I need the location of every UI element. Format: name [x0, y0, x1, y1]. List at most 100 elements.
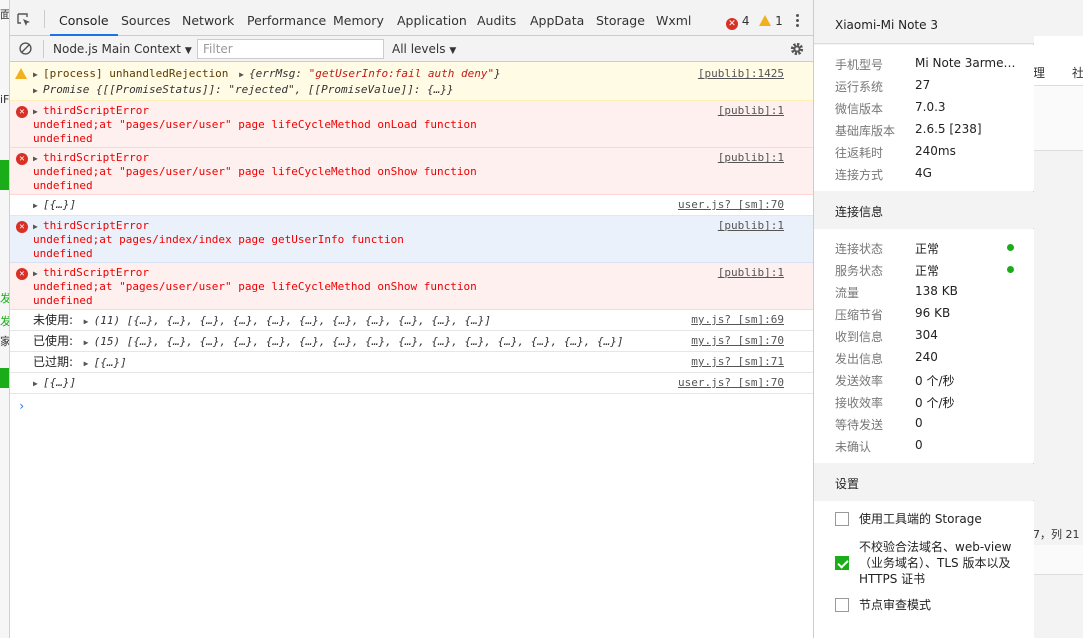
- separator: [43, 40, 44, 58]
- source-link[interactable]: user.js? [sm]:70: [678, 198, 784, 212]
- expand-arrow-icon[interactable]: ▶: [33, 105, 43, 119]
- warning-errmsg: "getUserInfo:fail auth deny": [308, 67, 495, 80]
- error-count: 4: [741, 14, 750, 28]
- section-title: 设置: [835, 477, 860, 491]
- more-options-icon[interactable]: [792, 12, 802, 28]
- info-value: 4G: [915, 166, 932, 180]
- expand-arrow-icon[interactable]: ▶: [84, 357, 94, 371]
- bg-text: 发: [0, 292, 10, 305]
- console-error-row[interactable]: ✕ ▶ thirdScriptError undefined;at "pages/…: [10, 148, 813, 195]
- error-icon: ✕: [16, 153, 28, 165]
- warning-prefix: [process] unhandledRejection: [43, 67, 229, 80]
- console-output: ▶ [process] unhandledRejection ▶ {errMsg: …: [10, 62, 813, 638]
- console-log-row[interactable]: 未使用: ▶ (11) [{…}, {…}, {…}, {…}, {…}, {…}…: [10, 310, 813, 331]
- bg-panel: [1034, 545, 1083, 575]
- console-error-row[interactable]: ✕ ▶ thirdScriptError undefined;at pages/i…: [10, 216, 813, 263]
- tab-memory[interactable]: Memory: [333, 0, 384, 36]
- console-log-row[interactable]: 已过期: ▶ [{…}] my.js? [sm]:71: [10, 352, 813, 373]
- expand-arrow-icon[interactable]: ▶: [33, 199, 43, 213]
- gear-icon[interactable]: [789, 41, 805, 57]
- expand-arrow-icon[interactable]: ▶: [33, 152, 43, 166]
- source-link[interactable]: [publib]:1: [718, 151, 784, 165]
- info-key: 连接方式: [835, 168, 884, 182]
- skip-domain-check-label: 不校验合法域名、web-view（业务域名）、TLS 版本以及 HTTPS 证书: [859, 540, 1012, 586]
- bg-text: 发: [0, 315, 10, 328]
- source-link[interactable]: my.js? [sm]:70: [691, 334, 784, 348]
- bg-status-text: 7，列 21: [1033, 528, 1080, 541]
- source-link[interactable]: my.js? [sm]:69: [691, 313, 784, 327]
- device-info-panel: Xiaomi-Mi Note 3 手机型号 Mi Note 3armea... …: [813, 0, 1034, 638]
- tab-wxml[interactable]: Wxml: [656, 0, 691, 36]
- bg-green-block: [0, 160, 9, 190]
- storage-checkbox-label: 使用工具端的 Storage: [859, 512, 982, 526]
- console-prompt[interactable]: ›: [18, 399, 25, 413]
- tab-audits[interactable]: Audits: [477, 0, 516, 36]
- conn-header: 连接信息: [814, 192, 1034, 228]
- log-label: 未使用:: [33, 313, 74, 327]
- source-link[interactable]: [publib]:1: [718, 104, 784, 118]
- expand-arrow-icon[interactable]: ▶: [33, 68, 43, 82]
- context-select[interactable]: Node.js Main Context ▼: [53, 40, 192, 58]
- error-tail: undefined: [33, 247, 93, 260]
- filter-input[interactable]: [197, 39, 384, 59]
- tab-application[interactable]: Application: [397, 0, 467, 36]
- log-label: 已过期:: [33, 355, 74, 369]
- log-levels-select[interactable]: All levels ▼: [392, 40, 456, 58]
- console-warning-row[interactable]: ▶ [process] unhandledRejection ▶ {errMsg: …: [10, 62, 813, 101]
- bg-text: 社: [1072, 66, 1083, 80]
- console-error-row[interactable]: ✕ ▶ thirdScriptError undefined;at "pages/…: [10, 101, 813, 148]
- tab-console[interactable]: Console: [50, 0, 118, 36]
- levels-label: All levels: [392, 42, 446, 56]
- tab-performance[interactable]: Performance: [247, 0, 326, 36]
- info-value: 96 KB: [915, 306, 951, 320]
- console-log-row[interactable]: ▶ [{…}] user.js? [sm]:70: [10, 373, 813, 394]
- info-value: 7.0.3: [915, 100, 946, 114]
- tab-bar: Console Sources Network Performance Memo…: [10, 0, 813, 36]
- source-link[interactable]: my.js? [sm]:71: [691, 355, 784, 369]
- clear-console-icon[interactable]: [18, 41, 33, 56]
- expand-arrow-icon[interactable]: ▶: [33, 84, 43, 98]
- tab-network[interactable]: Network: [182, 0, 234, 36]
- inspect-element-icon[interactable]: [16, 12, 32, 28]
- info-value: 0: [915, 416, 923, 430]
- expand-arrow-icon[interactable]: ▶: [239, 68, 249, 82]
- info-key: 发送效率: [835, 374, 884, 388]
- skip-domain-check-checkbox[interactable]: [835, 556, 849, 570]
- tab-sources[interactable]: Sources: [121, 0, 170, 36]
- expand-arrow-icon[interactable]: ▶: [33, 267, 43, 281]
- tab-storage[interactable]: Storage: [596, 0, 645, 36]
- bg-text: iF: [0, 93, 10, 106]
- expand-arrow-icon[interactable]: ▶: [33, 377, 43, 391]
- issue-counts[interactable]: ✕ 4 1: [726, 13, 783, 30]
- error-tail: undefined: [33, 179, 93, 192]
- settings-section: 使用工具端的 Storage 不校验合法域名、web-view（业务域名）、TL…: [814, 501, 1034, 638]
- expand-arrow-icon[interactable]: ▶: [84, 315, 94, 329]
- console-log-row[interactable]: ▶ [{…}] user.js? [sm]:70: [10, 195, 813, 216]
- info-key: 手机型号: [835, 58, 884, 72]
- console-error-row[interactable]: ✕ ▶ thirdScriptError undefined;at "pages/…: [10, 263, 813, 310]
- error-title: thirdScriptError: [43, 266, 149, 279]
- warning-promise: Promise {[[PromiseStatus]]: "rejected", …: [43, 83, 454, 96]
- source-link[interactable]: [publib]:1425: [698, 67, 784, 81]
- error-message: undefined;at "pages/user/user" page life…: [33, 165, 477, 178]
- storage-checkbox[interactable]: [835, 512, 849, 526]
- bg-text: 理: [1033, 66, 1046, 80]
- info-key: 基础库版本: [835, 124, 896, 138]
- console-log-row[interactable]: 已使用: ▶ (15) [{…}, {…}, {…}, {…}, {…}, {…}…: [10, 331, 813, 352]
- expand-arrow-icon[interactable]: ▶: [33, 220, 43, 234]
- panel-header: Xiaomi-Mi Note 3: [814, 0, 1034, 44]
- expand-arrow-icon[interactable]: ▶: [84, 336, 94, 350]
- info-value: 2.6.5 [238]: [915, 122, 982, 136]
- separator: [44, 10, 45, 28]
- error-message: undefined;at pages/index/index page getU…: [33, 233, 404, 246]
- error-title: thirdScriptError: [43, 104, 149, 117]
- node-inspect-checkbox[interactable]: [835, 598, 849, 612]
- source-link[interactable]: [publib]:1: [718, 219, 784, 233]
- info-value: 0 个/秒: [915, 396, 955, 410]
- tab-appdata[interactable]: AppData: [530, 0, 584, 36]
- error-tail: undefined: [33, 132, 93, 145]
- log-value: (15) [{…}, {…}, {…}, {…}, {…}, {…}, {…},…: [93, 335, 624, 348]
- source-link[interactable]: [publib]:1: [718, 266, 784, 280]
- source-link[interactable]: user.js? [sm]:70: [678, 376, 784, 390]
- chevron-down-icon: ▼: [449, 46, 457, 56]
